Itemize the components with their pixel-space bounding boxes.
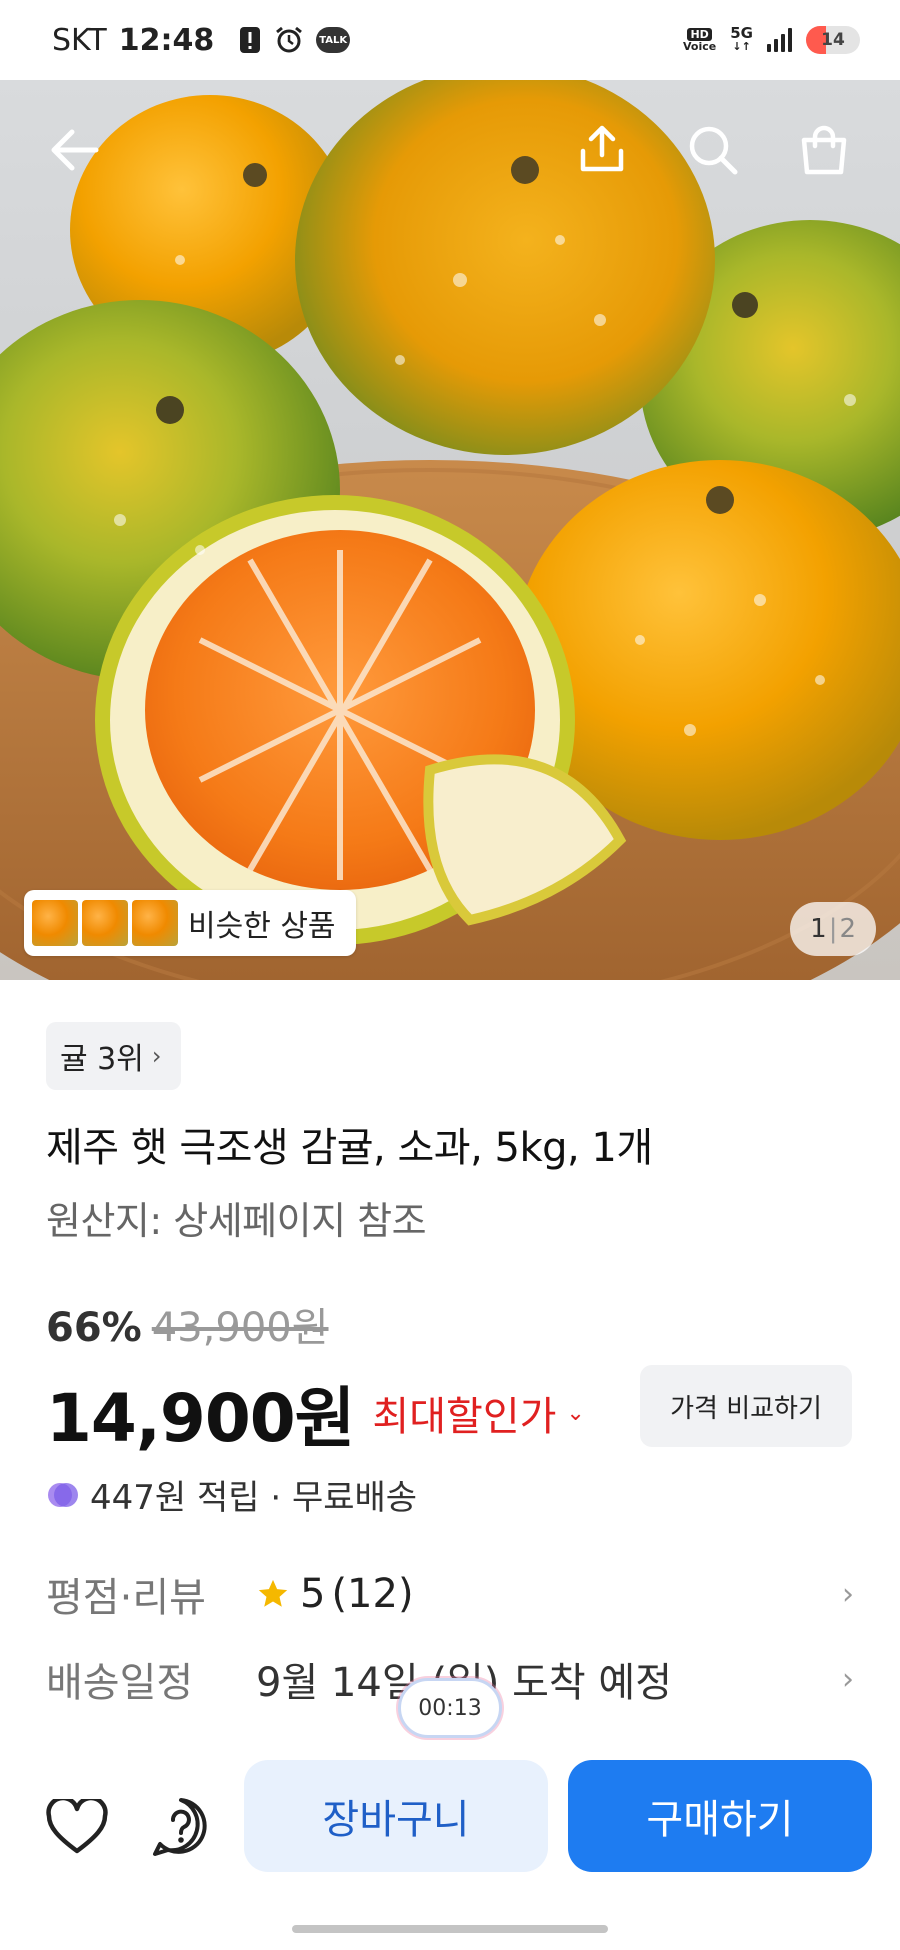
share-icon bbox=[580, 125, 624, 172]
rating-review-row[interactable]: 평점·리뷰 5 (12) › bbox=[46, 1565, 854, 1623]
network-5g-icon: 5G ↓↑ bbox=[730, 24, 753, 54]
search-button[interactable] bbox=[677, 114, 749, 186]
alarm-icon bbox=[274, 25, 304, 55]
tangerine-photo bbox=[0, 80, 900, 980]
delivery-label: 배송일정 bbox=[46, 1660, 194, 1706]
similar-products-label: 비슷한 상품 bbox=[188, 909, 336, 944]
rank-label: 귤 3위 bbox=[60, 1042, 144, 1077]
discount-percent: 66% bbox=[46, 1305, 142, 1351]
reward-points-icon bbox=[48, 1482, 78, 1507]
rating-label: 평점·리뷰 bbox=[46, 1575, 206, 1621]
rating-score: 5 bbox=[300, 1571, 326, 1617]
kakaotalk-icon: TALK bbox=[316, 27, 351, 53]
alert-icon bbox=[238, 25, 262, 55]
cart-button[interactable] bbox=[788, 114, 860, 186]
signal-strength-icon bbox=[767, 28, 792, 52]
carrier-label: SKT bbox=[52, 22, 107, 58]
product-image-carousel[interactable]: 비슷한 상품 1 | 2 bbox=[0, 80, 900, 980]
add-to-cart-button[interactable]: 장바구니 bbox=[244, 1760, 548, 1872]
points-shipping-row: 447원 적립 · 무료배송 bbox=[46, 1470, 417, 1519]
star-icon bbox=[258, 1579, 288, 1607]
similar-products-button[interactable]: 비슷한 상품 bbox=[24, 890, 356, 956]
compare-price-button[interactable]: 가격 비교하기 bbox=[640, 1365, 852, 1447]
category-rank-chip[interactable]: 귤 3위 › bbox=[46, 1022, 182, 1090]
search-icon bbox=[689, 126, 738, 175]
price-row: 14,900원 최대할인가 ⌄ bbox=[46, 1365, 585, 1461]
original-price: 43,900원 bbox=[151, 1305, 329, 1351]
product-title: 제주 햇 극조생 감귤, 소과, 5kg, 1개 bbox=[46, 1125, 653, 1171]
battery-level: 14 bbox=[821, 30, 845, 50]
image-pager: 1 | 2 bbox=[790, 902, 876, 956]
clock: 12:48 bbox=[118, 22, 215, 58]
shopping-bag-icon bbox=[801, 125, 847, 175]
buy-now-button[interactable]: 구매하기 bbox=[568, 1760, 872, 1872]
recording-timer[interactable]: 00:13 bbox=[398, 1678, 502, 1738]
status-bar: SKT 12:48 TALK HD Voice 5G ↓↑ 14 bbox=[0, 0, 900, 80]
home-indicator[interactable] bbox=[292, 1925, 608, 1933]
inquiry-button[interactable] bbox=[146, 1792, 216, 1862]
discount-row: 66% 43,900원 bbox=[46, 1295, 329, 1353]
heart-icon bbox=[46, 1799, 108, 1854]
chevron-right-icon: › bbox=[842, 1661, 854, 1697]
back-button[interactable] bbox=[38, 114, 110, 186]
sale-price: 14,900원 bbox=[46, 1380, 355, 1457]
question-icon bbox=[153, 1798, 207, 1856]
product-origin: 원산지: 상세페이지 참조 bbox=[46, 1199, 427, 1243]
max-discount-dropdown[interactable]: 최대할인가 ⌄ bbox=[372, 1384, 584, 1442]
thumbnail-image bbox=[132, 900, 178, 946]
back-arrow-icon bbox=[51, 129, 99, 171]
wishlist-button[interactable] bbox=[42, 1792, 112, 1862]
thumbnail-image bbox=[32, 900, 78, 946]
chevron-down-icon: ⌄ bbox=[566, 1400, 585, 1426]
pager-total: 2 bbox=[839, 914, 856, 944]
points-shipping-text: 447원 적립 · 무료배송 bbox=[90, 1478, 418, 1518]
bottom-action-bar: 장바구니 구매하기 bbox=[0, 1740, 900, 1890]
review-count: (12) bbox=[331, 1571, 414, 1617]
chevron-right-icon: › bbox=[151, 1042, 162, 1070]
thumbnail-image bbox=[82, 900, 128, 946]
similar-product-thumbnails bbox=[32, 900, 178, 946]
max-discount-label: 최대할인가 bbox=[372, 1394, 557, 1440]
battery-icon: 14 bbox=[806, 26, 860, 54]
share-button[interactable] bbox=[566, 114, 638, 186]
hd-voice-icon: HD Voice bbox=[683, 28, 717, 53]
chevron-right-icon: › bbox=[842, 1576, 854, 1612]
pager-current: 1 bbox=[810, 914, 827, 944]
